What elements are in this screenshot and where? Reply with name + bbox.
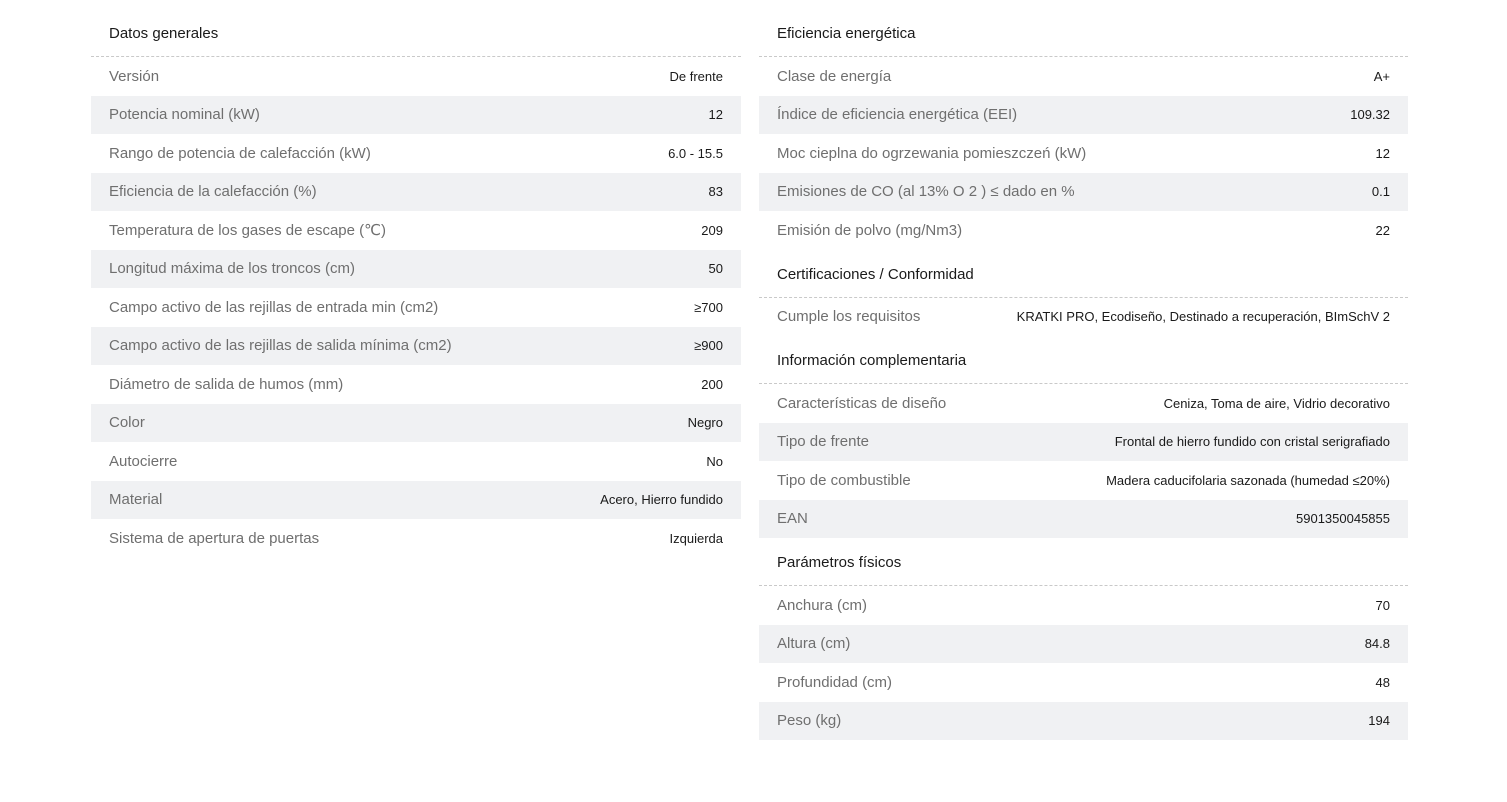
spec-value: 6.0 - 15.5: [668, 145, 723, 161]
spec-row: Tipo de combustible Madera caducifolaria …: [759, 461, 1408, 500]
spec-label: Características de diseño: [777, 394, 947, 412]
spec-value: Frontal de hierro fundido con cristal se…: [1114, 434, 1390, 450]
spec-row: Material Acero, Hierro fundido: [91, 480, 741, 519]
spec-label: Longitud máxima de los troncos (cm): [109, 260, 355, 278]
spec-row: Peso (kg) 194: [759, 701, 1408, 740]
spec-row: Altura (cm) 84.8: [759, 624, 1408, 663]
spec-row: EAN 5901350045855: [759, 499, 1408, 538]
spec-row: Sistema de apertura de puertas Izquierda: [91, 519, 741, 558]
spec-value: 84.8: [1364, 636, 1390, 652]
left-column: Datos generales Versión De frente Potencia …: [91, 15, 741, 558]
spec-sheet: Datos generales Versión De frente Potencia …: [0, 0, 1507, 802]
spec-row: Cumple los requisitos KRATKI PRO, Ecodise…: [759, 298, 1408, 337]
section-title-datos-generales: Datos generales: [91, 15, 741, 57]
spec-row: Diámetro de salida de humos (mm) 200: [91, 365, 741, 404]
spec-label: Material: [109, 491, 163, 509]
spec-row: Temperatura de los gases de escape (℃) 20…: [91, 211, 741, 250]
spec-value: 50: [708, 261, 723, 277]
spec-value: 109.32: [1350, 107, 1390, 123]
spec-label: Campo activo de las rejillas de salida m…: [109, 337, 452, 355]
spec-value: 194: [1368, 713, 1390, 729]
spec-row: Potencia nominal (kW) 12: [91, 95, 741, 134]
spec-value: No: [706, 453, 723, 469]
spec-row: Longitud máxima de los troncos (cm) 50: [91, 249, 741, 288]
spec-value: KRATKI PRO, Ecodiseño, Destinado a recup…: [1016, 309, 1390, 325]
spec-row: Índice de eficiencia energética (EEI) 109…: [759, 95, 1408, 134]
spec-label: Profundidad (cm): [777, 673, 893, 691]
spec-row: Características de diseño Ceniza, Toma de…: [759, 384, 1408, 423]
spec-label: Potencia nominal (kW): [109, 106, 260, 124]
spec-row: Campo activo de las rejillas de salida m…: [91, 326, 741, 365]
spec-label: Color: [109, 414, 145, 432]
spec-value: A+: [1373, 68, 1390, 84]
spec-row: Emisión de polvo (mg/Nm3) 22: [759, 211, 1408, 250]
spec-label: Cumple los requisitos: [777, 308, 921, 326]
spec-value: 12: [1375, 145, 1390, 161]
spec-row: Versión De frente: [91, 57, 741, 96]
spec-label: Emisiones de CO (al 13% O 2 ) ≤ dado en …: [777, 183, 1075, 201]
spec-value: 209: [701, 222, 723, 238]
spec-row: Autocierre No: [91, 442, 741, 481]
spec-value: Madera caducifolaria sazonada (humedad ≤…: [1106, 472, 1390, 488]
spec-value: ≥700: [694, 299, 723, 315]
spec-value: Izquierda: [669, 530, 723, 546]
spec-value: 5901350045855: [1296, 511, 1390, 527]
spec-row: Rango de potencia de calefacción (kW) 6.0…: [91, 134, 741, 173]
spec-label: EAN: [777, 510, 808, 528]
spec-value: ≥900: [694, 338, 723, 354]
spec-label: Tipo de combustible: [777, 471, 911, 489]
spec-row: Color Negro: [91, 403, 741, 442]
spec-label: Temperatura de los gases de escape (℃): [109, 222, 386, 240]
spec-value: Negro: [687, 415, 723, 431]
spec-row: Campo activo de las rejillas de entrada …: [91, 288, 741, 327]
spec-value: 83: [708, 184, 723, 200]
spec-label: Campo activo de las rejillas de entrada …: [109, 298, 439, 316]
spec-label: Índice de eficiencia energética (EEI): [777, 106, 1018, 124]
spec-value: 0.1: [1371, 184, 1390, 200]
spec-label: Eficiencia de la calefacción (%): [109, 183, 317, 201]
spec-label: Tipo de frente: [777, 433, 869, 451]
spec-row: Clase de energía A+: [759, 57, 1408, 96]
spec-row: Emisiones de CO (al 13% O 2 ) ≤ dado en …: [759, 172, 1408, 211]
spec-value: Ceniza, Toma de aire, Vidrio decorativo: [1163, 395, 1390, 411]
spec-label: Autocierre: [109, 452, 178, 470]
spec-value: 12: [708, 107, 723, 123]
spec-value: 48: [1375, 674, 1390, 690]
spec-label: Moc cieplna do ogrzewania pomieszczeń (k…: [777, 144, 1087, 162]
section-title-informacion-complementaria: Información complementaria: [759, 342, 1408, 384]
spec-label: Clase de energía: [777, 67, 892, 85]
right-column: Eficiencia energética Clase de energía A+ Í…: [759, 15, 1408, 740]
spec-value: De frente: [669, 68, 723, 84]
section-title-eficiencia-energetica: Eficiencia energética: [759, 15, 1408, 57]
section-title-parametros-fisicos: Parámetros físicos: [759, 544, 1408, 586]
spec-row: Eficiencia de la calefacción (%) 83: [91, 172, 741, 211]
spec-row: Profundidad (cm) 48: [759, 663, 1408, 702]
spec-label: Peso (kg): [777, 712, 842, 730]
spec-value: Acero, Hierro fundido: [600, 492, 723, 508]
spec-label: Rango de potencia de calefacción (kW): [109, 144, 371, 162]
spec-label: Emisión de polvo (mg/Nm3): [777, 221, 963, 239]
spec-value: 200: [701, 376, 723, 392]
spec-label: Altura (cm): [777, 635, 851, 653]
spec-value: 22: [1375, 222, 1390, 238]
spec-label: Anchura (cm): [777, 596, 868, 614]
spec-row: Moc cieplna do ogrzewania pomieszczeń (k…: [759, 134, 1408, 173]
section-title-certificaciones-conformidad: Certificaciones / Conformidad: [759, 256, 1408, 298]
spec-label: Diámetro de salida de humos (mm): [109, 375, 344, 393]
spec-value: 70: [1375, 597, 1390, 613]
spec-row: Anchura (cm) 70: [759, 586, 1408, 625]
spec-label: Versión: [109, 67, 160, 85]
spec-label: Sistema de apertura de puertas: [109, 529, 320, 547]
spec-row: Tipo de frente Frontal de hierro fundido …: [759, 422, 1408, 461]
